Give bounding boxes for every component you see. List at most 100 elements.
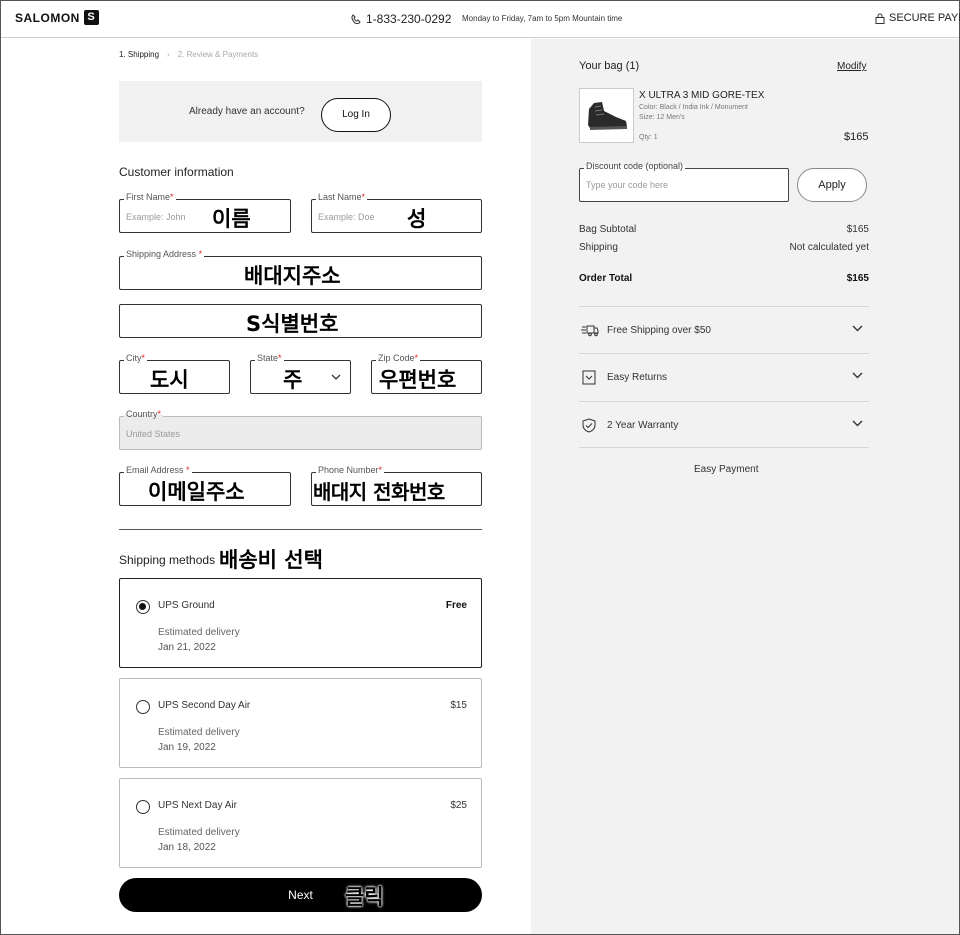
shield-check-icon [582, 418, 596, 433]
zip-code-field[interactable]: Zip Code* 우편번호 [371, 353, 482, 394]
order-total-value: $165 [846, 273, 869, 284]
last-name-label: Last Name* [316, 192, 368, 202]
account-login-box: Already have an account? Log In [119, 81, 482, 142]
site-header: SALOMON S 1-833-230-0292 Monday to Frida… [1, 1, 960, 38]
address-line2-annotation: S식별번호 [246, 312, 339, 336]
shipping-option-ups-ground[interactable]: UPS Ground Free Estimated delivery Jan 2… [119, 578, 482, 668]
perk-easy-returns[interactable]: Easy Returns [579, 353, 869, 400]
phone-number: 1-833-230-0292 [366, 12, 452, 26]
shipping-methods-annotation: 배송비 선택 [219, 548, 323, 572]
country-label: Country* [124, 409, 164, 419]
boot-icon [588, 102, 627, 130]
modify-bag-link[interactable]: Modify [837, 61, 866, 72]
zip-code-label: Zip Code* [376, 353, 421, 363]
secure-payment-label: SECURE PAYMENT [889, 12, 960, 24]
support-hours: Monday to Friday, 7am to 5pm Mountain ti… [462, 14, 623, 23]
chevron-down-icon [852, 420, 863, 427]
shipping-option-ups-second-day-air[interactable]: UPS Second Day Air $15 Estimated deliver… [119, 678, 482, 768]
product-quantity: Qty: 1 [639, 134, 658, 141]
radio-unselected[interactable] [136, 700, 150, 714]
next-button-annotation: 클릭 [345, 885, 384, 909]
city-field[interactable]: City* 도시 [119, 353, 230, 394]
breadcrumb-step-shipping[interactable]: 1. Shipping [119, 50, 159, 59]
estimated-delivery-date: Jan 21, 2022 [158, 642, 216, 653]
shipping-cost-value: Not calculated yet [789, 242, 870, 253]
perk-label: Easy Returns [607, 372, 668, 383]
country-value: United States [126, 429, 181, 439]
last-name-annotation: 성 [407, 207, 427, 231]
shipping-option-name: UPS Next Day Air [158, 800, 237, 811]
discount-code-input[interactable]: Discount code (optional) Type your code … [579, 161, 789, 202]
state-select[interactable]: State* 주 [250, 353, 351, 394]
perk-label: 2 Year Warranty [607, 420, 679, 431]
last-name-field[interactable]: Last Name* Example: Doe 성 [311, 192, 482, 233]
shipping-address-annotation: 배대지주소 [244, 264, 341, 288]
lock-icon [875, 13, 885, 24]
shipping-cost-row: Shipping Not calculated yet [579, 242, 869, 253]
breadcrumb-separator: › [167, 50, 170, 59]
radio-unselected[interactable] [136, 800, 150, 814]
phone-number-field[interactable]: Phone Number* 배대지 전화번호 [311, 465, 482, 506]
first-name-annotation: 이름 [212, 207, 251, 231]
product-size: Size: 12 Men's [639, 114, 685, 121]
bag-subtotal-row: Bag Subtotal $165 [579, 224, 869, 235]
phone-icon [351, 13, 361, 24]
estimated-delivery-label: Estimated delivery [158, 627, 240, 638]
perk-free-shipping[interactable]: Free Shipping over $50 [579, 306, 869, 353]
estimated-delivery-label: Estimated delivery [158, 727, 240, 738]
perk-label: Free Shipping over $50 [607, 325, 711, 336]
apply-discount-button[interactable]: Apply [797, 168, 867, 202]
first-name-field[interactable]: First Name* Example: John 이름 [119, 192, 291, 233]
perk-warranty[interactable]: 2 Year Warranty [579, 401, 869, 448]
city-label: City* [124, 353, 148, 363]
easy-payment-label: Easy Payment [694, 464, 759, 475]
bag-subtotal-label: Bag Subtotal [579, 224, 637, 235]
email-address-field[interactable]: Email Address * 이메일주소 [119, 465, 291, 506]
product-name[interactable]: X ULTRA 3 MID GORE-TEX [639, 90, 764, 101]
chevron-down-icon [852, 372, 863, 379]
email-address-label: Email Address * [124, 465, 192, 475]
phone-contact[interactable]: 1-833-230-0292 [351, 12, 451, 26]
shipping-option-name: UPS Second Day Air [158, 700, 251, 711]
breadcrumb-step-review: 2. Review & Payments [177, 50, 259, 59]
next-button[interactable]: Next [119, 878, 482, 912]
shipping-option-price: $15 [450, 700, 467, 711]
state-annotation: 주 [283, 368, 303, 392]
discount-code-label: Discount code (optional) [584, 161, 686, 171]
login-button[interactable]: Log In [321, 98, 391, 132]
chevron-down-icon [331, 374, 341, 380]
phone-number-label: Phone Number* [316, 465, 385, 475]
address-line2-field[interactable]: S식별번호 [119, 304, 482, 338]
product-thumbnail[interactable] [579, 88, 634, 143]
section-divider [119, 529, 482, 530]
order-total-label: Order Total [579, 273, 633, 284]
state-label: State* [255, 353, 284, 363]
estimated-delivery-date: Jan 19, 2022 [158, 742, 216, 753]
shipping-option-name: UPS Ground [158, 600, 215, 611]
perk-divider [579, 447, 869, 448]
shipping-option-ups-next-day-air[interactable]: UPS Next Day Air $25 Estimated delivery … [119, 778, 482, 868]
discount-code-placeholder: Type your code here [586, 180, 669, 190]
city-annotation: 도시 [150, 368, 189, 392]
first-name-placeholder: Example: John [126, 212, 186, 222]
order-total-row: Order Total $165 [579, 273, 869, 284]
bag-subtotal-value: $165 [846, 224, 869, 235]
zip-code-annotation: 우편번호 [379, 368, 457, 392]
shipping-address-label: Shipping Address * [124, 249, 205, 259]
estimated-delivery-date: Jan 18, 2022 [158, 842, 216, 853]
radio-selected[interactable] [136, 600, 150, 614]
customer-information-title: Customer information [119, 165, 234, 179]
your-bag-title: Your bag (1) [579, 60, 640, 72]
logo-text: SALOMON [15, 10, 80, 25]
chevron-down-icon [852, 325, 863, 332]
shipping-option-price: Free [445, 600, 467, 611]
phone-number-annotation: 배대지 전화번호 [313, 480, 445, 504]
shipping-address-field[interactable]: Shipping Address * 배대지주소 [119, 249, 482, 290]
return-box-icon [582, 370, 596, 385]
first-name-label: First Name* [124, 192, 176, 202]
email-address-annotation: 이메일주소 [148, 480, 245, 504]
secure-payment: SECURE PAYMENT [875, 12, 960, 24]
shipping-cost-label: Shipping [579, 242, 618, 253]
salomon-logo[interactable]: SALOMON S [15, 10, 99, 25]
last-name-placeholder: Example: Doe [318, 212, 375, 222]
